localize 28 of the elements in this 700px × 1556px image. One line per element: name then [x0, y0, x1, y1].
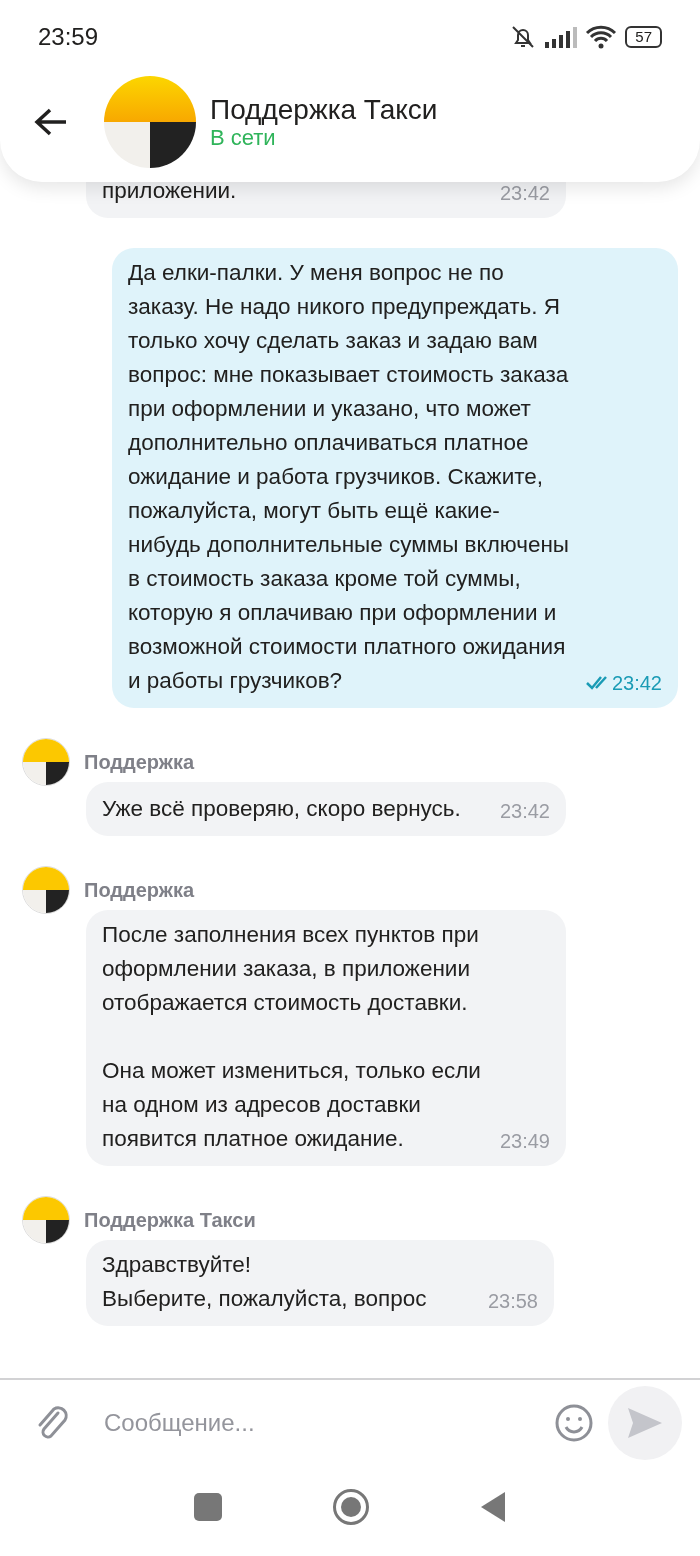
emoji-icon[interactable]: [554, 1403, 594, 1443]
message-text: Уже всё проверяю, скоро вернусь.: [102, 795, 462, 823]
battery-indicator: 57: [625, 26, 662, 48]
message-input[interactable]: Сообщение...: [102, 1404, 540, 1442]
message-time: 23:58: [487, 1289, 538, 1314]
sender-avatar: [22, 866, 70, 914]
back-icon[interactable]: [480, 1491, 506, 1523]
message-time: 23:42: [499, 181, 550, 206]
message-time: 23:42: [585, 666, 662, 700]
signal-icon: [545, 26, 578, 48]
message-time: 23:49: [499, 1129, 550, 1154]
message-text: Да елки-палки. У меня вопрос не по заказу. Не надо никого предупреждать. Я только хочу сделать заказ и задаю вам вопрос: мне показывает стоимость заказа при оформлении и указано, что может дополнительно оплачиваться платное ожидание и работа грузчиков. Скажите, пожалуйста, могут быть ещё какие-нибудь дополнительные суммы включены в стоимость заказа кроме той суммы, которую я оплачиваю при оформлении и возможной стоимости платного ожидания и работы грузчиков?: [128, 259, 570, 695]
wifi-icon: [585, 25, 618, 49]
message-text: Здравствуйте! Выберите, пожалуйста, вопрос: [102, 1251, 428, 1313]
chat-title: Поддержка Такси: [210, 93, 438, 126]
message-text: приложении.: [102, 177, 238, 205]
message-time: 23:42: [499, 799, 550, 824]
status-time: 23:59: [38, 22, 99, 52]
recent-apps-icon[interactable]: [194, 1493, 222, 1521]
sender-avatar: [22, 1196, 70, 1244]
message-text: После заполнения всех пунктов при оформлении заказа, в приложении отображается стоимость доставки. Она может измениться, только если на одном из адресов доставки появится платное ожидание.: [102, 921, 482, 1153]
sender-name: Поддержка: [84, 750, 195, 775]
home-icon[interactable]: [332, 1488, 370, 1526]
online-status: В сети: [210, 126, 277, 151]
sender-name: Поддержка: [84, 878, 195, 903]
sender-avatar: [22, 738, 70, 786]
sender-name: Поддержка Такси: [84, 1208, 256, 1233]
back-arrow-icon[interactable]: [34, 107, 68, 137]
